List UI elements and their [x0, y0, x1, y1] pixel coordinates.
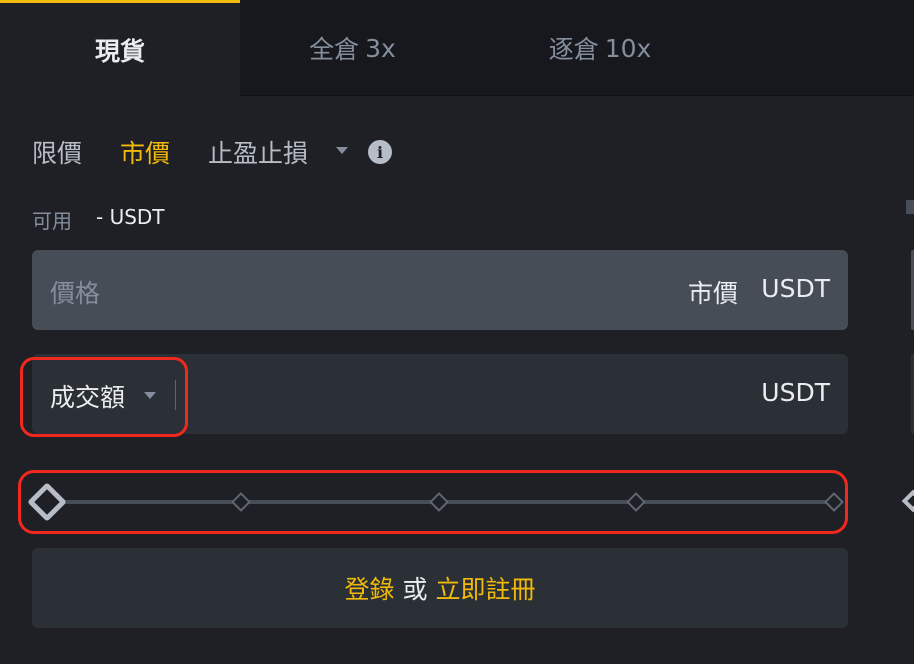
- login-register-button[interactable]: 登錄 或 立即註冊: [32, 548, 848, 628]
- tab-spot-label: 現貨: [94, 36, 145, 66]
- margin-tab-bar: 現貨 全倉 3x 逐倉 10x: [0, 0, 914, 96]
- tab-spot[interactable]: 現貨: [0, 0, 240, 96]
- tab-cross[interactable]: 全倉 3x: [240, 0, 465, 96]
- info-icon[interactable]: i: [368, 140, 392, 164]
- login-or-text: 或: [402, 575, 428, 604]
- price-placeholder: 價格: [50, 279, 101, 308]
- price-field[interactable]: 價格 市價 USDT: [32, 250, 848, 330]
- available-label: 可用: [32, 209, 72, 233]
- tab-cross-leverage: 3x: [365, 33, 396, 63]
- adjacent-panel-fragment: [906, 200, 914, 214]
- trade-panel: 現貨 全倉 3x 逐倉 10x 限價 市價 止盈止損 i 可用 - USDT 價…: [0, 0, 914, 664]
- register-link[interactable]: 立即註冊: [436, 570, 536, 606]
- order-type-limit[interactable]: 限價: [32, 132, 82, 172]
- amount-mode-highlight: [20, 357, 188, 437]
- tab-cross-label: 全倉: [309, 35, 360, 64]
- order-type-market[interactable]: 市價: [120, 132, 170, 172]
- tab-isolated-leverage: 10x: [604, 33, 652, 63]
- tab-isolated-label: 逐倉: [548, 35, 599, 64]
- tpsl-caret-down-icon[interactable]: [336, 147, 348, 154]
- price-unit: USDT: [761, 274, 830, 303]
- price-market-value: 市價: [687, 279, 738, 308]
- login-link[interactable]: 登錄: [344, 570, 394, 606]
- order-type-tpsl[interactable]: 止盈止損: [208, 132, 308, 172]
- tab-isolated[interactable]: 逐倉 10x: [465, 0, 735, 96]
- slider-highlight: [18, 470, 848, 534]
- adjacent-slider-handle-fragment: [901, 489, 914, 513]
- amount-unit: USDT: [761, 378, 830, 407]
- available-value: - USDT: [96, 205, 165, 229]
